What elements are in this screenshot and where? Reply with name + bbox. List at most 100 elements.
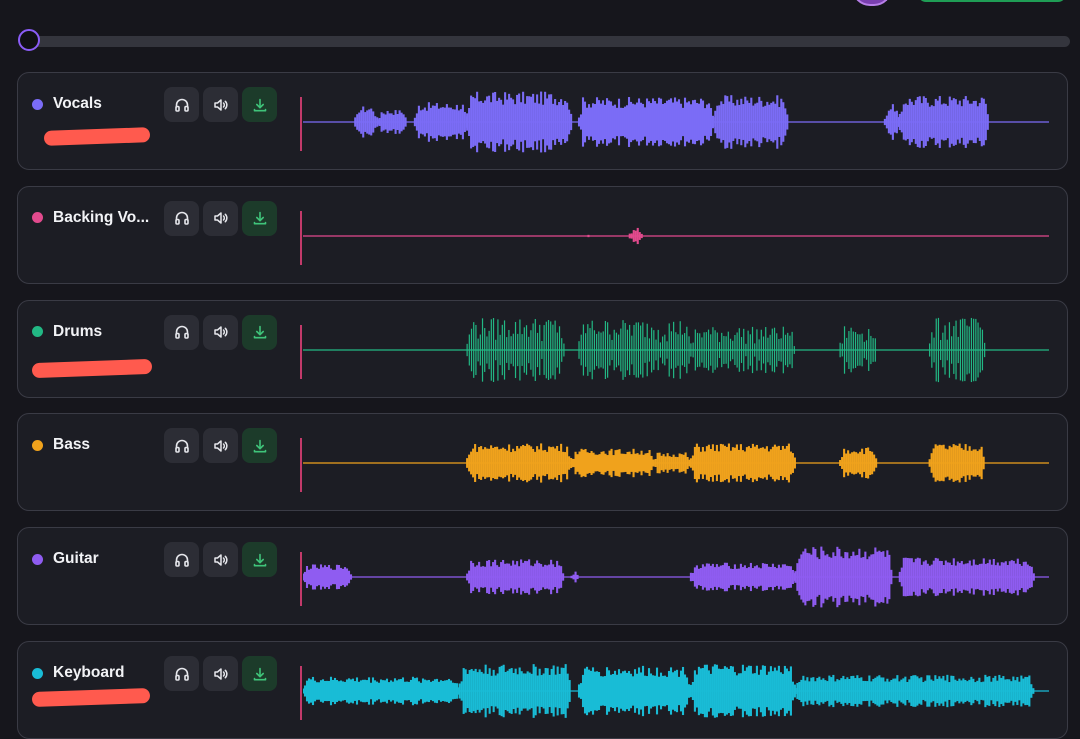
mute-button[interactable]	[203, 542, 238, 578]
stem-track: Vocals	[17, 72, 1068, 170]
waveform[interactable]	[303, 539, 1049, 615]
speaker-icon	[213, 438, 229, 454]
headphones-icon	[174, 324, 190, 340]
waveform-segment	[898, 557, 1035, 597]
playhead-marker	[300, 552, 302, 607]
playhead-marker	[300, 438, 302, 493]
mute-button[interactable]	[203, 87, 238, 122]
waveform-segment	[689, 664, 796, 718]
track-name-label: Drums	[53, 322, 103, 340]
solo-button[interactable]	[164, 200, 199, 236]
track-name-label: Vocals	[53, 95, 102, 112]
speaker-icon	[213, 210, 229, 226]
track-name-label: Backing Vo...	[53, 208, 150, 226]
track-name-label: Keyboard	[53, 664, 125, 681]
track-color-dot	[32, 212, 43, 224]
speaker-icon	[213, 97, 229, 113]
download-icon	[252, 552, 268, 568]
waveform-segment	[652, 452, 691, 474]
track-name: Bass	[32, 436, 90, 454]
waveform-segment	[628, 227, 643, 244]
user-avatar[interactable]	[852, 0, 892, 6]
waveform-segment	[354, 106, 379, 138]
waveform-segment	[689, 443, 796, 483]
solo-button[interactable]	[164, 314, 199, 350]
track-name-label: Guitar	[53, 550, 99, 568]
waveform-segment	[466, 559, 565, 595]
waveform-segment	[303, 676, 461, 706]
stem-track: Backing Vo...	[17, 185, 1068, 284]
track-name: Backing Vo...	[32, 209, 149, 227]
waveform-segment	[794, 674, 1035, 708]
waveform[interactable]	[303, 425, 1049, 501]
track-name: Guitar	[32, 550, 99, 568]
download-button[interactable]	[242, 542, 277, 578]
waveform-segment	[794, 546, 893, 608]
waveform-segment	[413, 102, 468, 142]
seek-bar[interactable]	[18, 29, 1070, 53]
redaction-mark	[31, 687, 151, 708]
waveform[interactable]	[303, 198, 1049, 274]
solo-button[interactable]	[164, 656, 199, 691]
download-button[interactable]	[242, 200, 277, 236]
download-button[interactable]	[242, 428, 277, 464]
download-icon	[252, 97, 268, 113]
stem-track: Bass	[17, 413, 1068, 512]
download-icon	[252, 324, 268, 340]
headphones-icon	[174, 438, 190, 454]
waveform-segment	[928, 443, 985, 483]
track-name: Vocals	[32, 95, 102, 113]
headphones-icon	[174, 97, 190, 113]
redaction-mark	[43, 127, 151, 146]
solo-button[interactable]	[164, 87, 199, 122]
waveform-segment	[839, 447, 878, 479]
stem-track: Drums	[17, 299, 1068, 398]
mute-button[interactable]	[203, 656, 238, 691]
headphones-icon	[174, 666, 190, 682]
waveform[interactable]	[303, 312, 1049, 388]
waveform-segment	[577, 665, 691, 717]
waveform-segment	[466, 91, 573, 153]
playhead-marker	[300, 97, 302, 151]
track-color-dot	[32, 439, 43, 451]
speaker-icon	[213, 324, 229, 340]
mute-button[interactable]	[203, 428, 238, 464]
waveform-segment	[303, 564, 353, 590]
waveform[interactable]	[303, 653, 1049, 729]
waveform-segment	[570, 449, 655, 478]
download-button[interactable]	[242, 314, 277, 350]
waveform-segment	[577, 97, 715, 147]
track-color-dot	[32, 667, 43, 679]
seek-track[interactable]	[30, 36, 1070, 47]
download-icon	[252, 438, 268, 454]
waveform-segment	[585, 234, 590, 237]
waveform-segment	[898, 96, 989, 148]
track-color-dot	[32, 98, 43, 110]
waveform[interactable]	[303, 84, 1049, 160]
waveform-segment	[712, 95, 789, 149]
download-button[interactable]	[242, 656, 277, 691]
waveform-segment	[883, 104, 900, 140]
track-name: Drums	[32, 323, 102, 341]
mute-button[interactable]	[203, 200, 238, 236]
headphones-icon	[174, 210, 190, 226]
stem-track: Keyboard	[17, 641, 1068, 739]
speaker-icon	[213, 552, 229, 568]
download-button[interactable]	[242, 87, 277, 122]
header-partial	[0, 0, 1080, 20]
speaker-icon	[213, 666, 229, 682]
waveform-segment	[689, 562, 796, 592]
track-name: Keyboard	[32, 664, 125, 682]
solo-button[interactable]	[164, 428, 199, 464]
redaction-mark	[31, 358, 153, 378]
mute-button[interactable]	[203, 314, 238, 350]
waveform-segment	[466, 443, 573, 483]
waveform-segment	[570, 571, 579, 583]
seek-thumb[interactable]	[18, 29, 40, 51]
playhead-marker	[300, 666, 302, 720]
download-icon	[252, 210, 268, 226]
solo-button[interactable]	[164, 542, 199, 578]
track-color-dot	[32, 326, 43, 338]
primary-action-button[interactable]	[918, 0, 1066, 2]
playhead-marker	[300, 210, 302, 265]
